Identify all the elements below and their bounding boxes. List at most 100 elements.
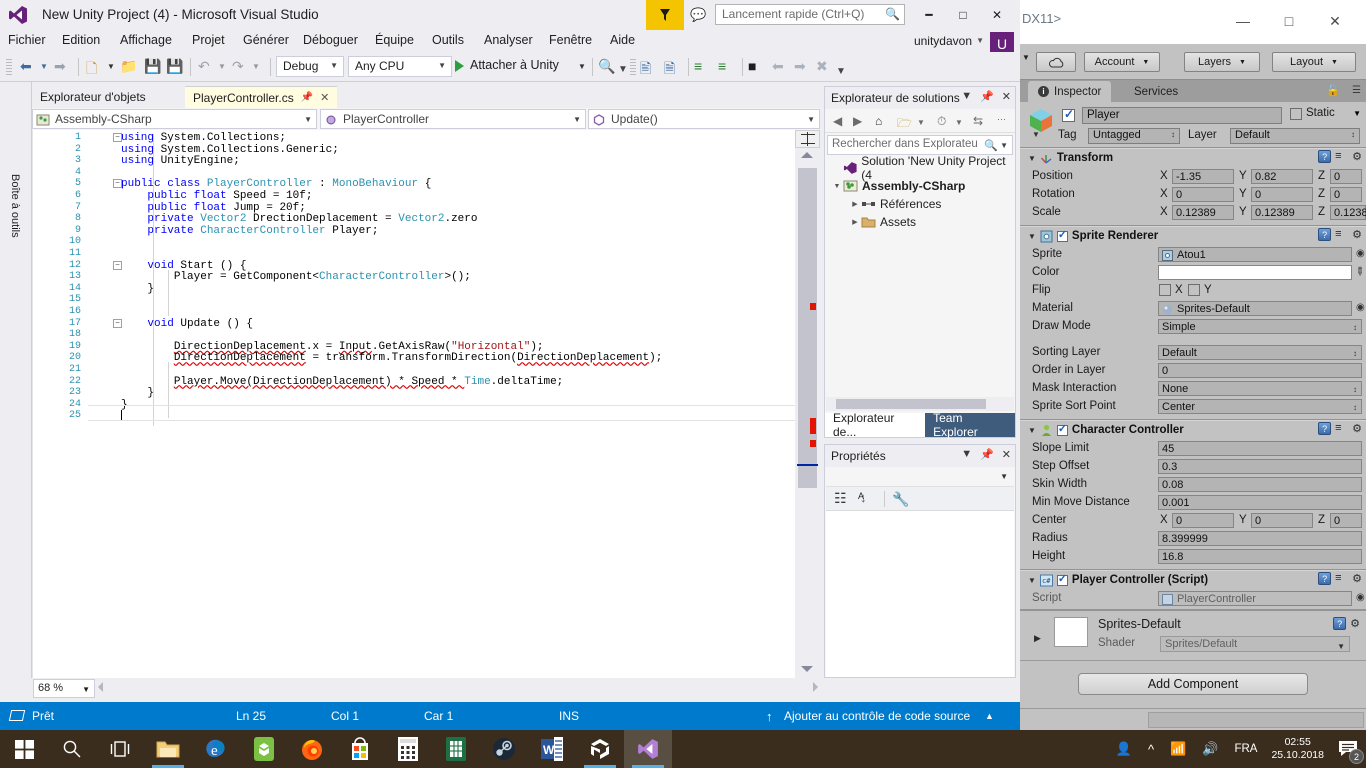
menu-fenetre[interactable]: Fenêtre xyxy=(549,33,592,47)
gameobject-name-input[interactable]: Player xyxy=(1082,107,1282,124)
notification-center-icon[interactable]: 2 xyxy=(1330,730,1366,768)
find-in-files-icon[interactable]: 🔍 xyxy=(598,58,615,75)
layer-dropdown[interactable]: Default ↕ xyxy=(1230,128,1360,144)
show-all-files-icon[interactable]: 🗁 xyxy=(897,114,912,135)
comment-selection-icon[interactable]: 🖹 xyxy=(640,58,651,82)
foldout-icon[interactable]: ▼ xyxy=(1028,576,1036,585)
gear-icon[interactable]: ⚙ xyxy=(1352,228,1362,241)
radius-input[interactable]: 8.399999 xyxy=(1158,530,1362,546)
position-y-input[interactable]: 0.82 xyxy=(1251,168,1313,184)
panel-menu-icon[interactable]: ▼ xyxy=(961,448,972,461)
close-icon[interactable]: ✕ xyxy=(1312,6,1358,36)
show-hidden-icons[interactable]: ^ xyxy=(1148,742,1154,757)
gear-icon[interactable]: ⚙ xyxy=(1352,572,1362,585)
editor-vertical-scrollbar[interactable] xyxy=(795,130,820,678)
calculator-icon[interactable] xyxy=(384,730,432,768)
rotation-z-input[interactable]: 0 xyxy=(1330,186,1362,202)
account-button[interactable]: Account ▼ xyxy=(1084,52,1160,72)
component-enabled-checkbox[interactable] xyxy=(1056,422,1068,436)
gear-icon[interactable]: ⚙ xyxy=(1352,150,1362,163)
pin-icon[interactable]: 📌 xyxy=(980,90,994,103)
categorized-icon[interactable]: ☷ xyxy=(834,490,847,507)
chevron-down-icon[interactable]: ▼ xyxy=(1000,141,1008,150)
eyedropper-icon[interactable]: ✎ xyxy=(1352,264,1366,279)
solution-config-dropdown[interactable]: Debug ▼ xyxy=(276,56,344,77)
foldout-icon[interactable]: ▼ xyxy=(1028,154,1036,163)
static-checkbox[interactable] xyxy=(1290,108,1302,120)
sorting-layer-dropdown[interactable]: Default ↕ xyxy=(1158,344,1362,360)
clear-bookmarks-icon[interactable]: ✖ xyxy=(816,58,828,75)
wifi-icon[interactable]: 📶 xyxy=(1170,741,1186,757)
center-y-input[interactable]: 0 xyxy=(1251,512,1313,528)
component-player-controller-header[interactable]: ▼ c# Player Controller (Script) ? ≡ ⚙ xyxy=(1020,571,1366,589)
excel-icon[interactable] xyxy=(432,730,480,768)
help-icon[interactable]: ? xyxy=(1318,228,1332,241)
save-icon[interactable]: 💾 xyxy=(144,58,161,75)
expander[interactable]: ▶ xyxy=(849,218,861,226)
minimize-icon[interactable]: — xyxy=(1220,6,1266,36)
upload-icon[interactable]: ↑ xyxy=(766,709,773,724)
foldout-icon[interactable]: ▼ xyxy=(1028,232,1036,241)
increase-indent-icon[interactable]: ≡ xyxy=(694,58,702,74)
center-z-input[interactable]: 0 xyxy=(1330,512,1362,528)
overflow-icon[interactable]: ▼ xyxy=(836,66,846,77)
member-dropdown[interactable]: Update() ▼ xyxy=(588,109,820,129)
edge-icon[interactable]: e xyxy=(192,730,240,768)
gameobject-dropdown-icon[interactable]: ▼ xyxy=(1032,130,1040,139)
component-enabled-checkbox[interactable] xyxy=(1056,228,1068,242)
cloud-button[interactable] xyxy=(1036,52,1076,72)
help-icon[interactable]: ? xyxy=(1318,422,1332,435)
chevron-down-icon[interactable]: ▼ xyxy=(252,62,260,71)
chevron-down-icon[interactable]: ▼ xyxy=(917,118,925,127)
panel-menu-icon[interactable]: ▼ xyxy=(961,90,972,103)
decrease-indent-icon[interactable]: ≡ xyxy=(718,58,726,74)
chevron-down-icon[interactable]: ▼ xyxy=(40,62,48,71)
gear-icon[interactable]: ⚙ xyxy=(1352,422,1362,435)
tab-team-explorer[interactable]: Team Explorer xyxy=(925,411,1015,439)
status-source-control[interactable]: Ajouter au contrôle de code source xyxy=(784,709,970,723)
pin-icon[interactable]: 📌 xyxy=(980,448,994,461)
scale-x-input[interactable]: 0.12389 xyxy=(1172,204,1234,220)
property-pages-icon[interactable]: 🔧 xyxy=(892,491,909,508)
skin-width-input[interactable]: 0.08 xyxy=(1158,476,1362,492)
menu-affichage[interactable]: Affichage xyxy=(120,33,172,47)
inspector-menu-icon[interactable]: ☰ xyxy=(1352,85,1361,96)
tree-item-assets[interactable]: ▶ Assets xyxy=(825,213,1015,231)
chevron-down-icon[interactable]: ▼ xyxy=(218,62,226,71)
file-explorer-icon[interactable] xyxy=(144,730,192,768)
flip-y-checkbox[interactable] xyxy=(1188,284,1200,296)
code-text[interactable]: 1− using System.Collections; 2 using System… xyxy=(33,130,795,678)
step-offset-input[interactable]: 0.3 xyxy=(1158,458,1362,474)
chevron-down-icon[interactable]: ▼ xyxy=(955,118,963,127)
microsoft-store-icon[interactable] xyxy=(336,730,384,768)
visual-studio-icon[interactable] xyxy=(624,730,672,768)
attach-to-unity-button[interactable]: Attacher à Unity xyxy=(470,58,559,72)
play-icon[interactable] xyxy=(455,60,464,72)
menu-aide[interactable]: Aide xyxy=(610,33,635,47)
unity-toolbar-chevron-icon[interactable]: ▼ xyxy=(1022,53,1030,62)
toolbox-dock[interactable]: Boîte à outils xyxy=(0,82,32,678)
tab-inspector[interactable]: i Inspector xyxy=(1028,81,1112,102)
chevron-down-icon[interactable]: ▼ xyxy=(976,36,984,45)
tab-solution-explorer[interactable]: Explorateur de... xyxy=(825,411,926,439)
scroll-left-icon[interactable] xyxy=(98,682,103,692)
draw-mode-dropdown[interactable]: Simple ↕ xyxy=(1158,318,1362,334)
error-marker[interactable] xyxy=(810,440,816,447)
error-marker[interactable] xyxy=(810,418,816,434)
position-x-input[interactable]: -1.35 xyxy=(1172,168,1234,184)
feedback-flag-icon[interactable] xyxy=(646,0,684,30)
tag-dropdown[interactable]: Untagged ↕ xyxy=(1088,128,1180,144)
language-indicator[interactable]: FRA xyxy=(1234,743,1257,755)
preset-icon[interactable]: ≡ xyxy=(1335,572,1348,585)
chevron-up-icon[interactable]: ▲ xyxy=(985,711,994,721)
unity-hub-icon[interactable] xyxy=(240,730,288,768)
quick-launch-input[interactable]: Lancement rapide (Ctrl+Q) 🔍 xyxy=(715,4,905,25)
mask-interaction-dropdown[interactable]: None ↕ xyxy=(1158,380,1362,396)
minimize-icon[interactable]: ━ xyxy=(912,0,946,30)
solution-horizontal-scrollbar[interactable] xyxy=(826,397,1014,411)
save-all-icon[interactable]: 💾 xyxy=(166,58,183,75)
menu-outils[interactable]: Outils xyxy=(432,33,464,47)
clock[interactable]: 02:55 25.10.2018 xyxy=(1271,736,1324,762)
undo-icon[interactable]: ↶ xyxy=(198,58,210,75)
tab-services[interactable]: Services xyxy=(1124,81,1188,102)
